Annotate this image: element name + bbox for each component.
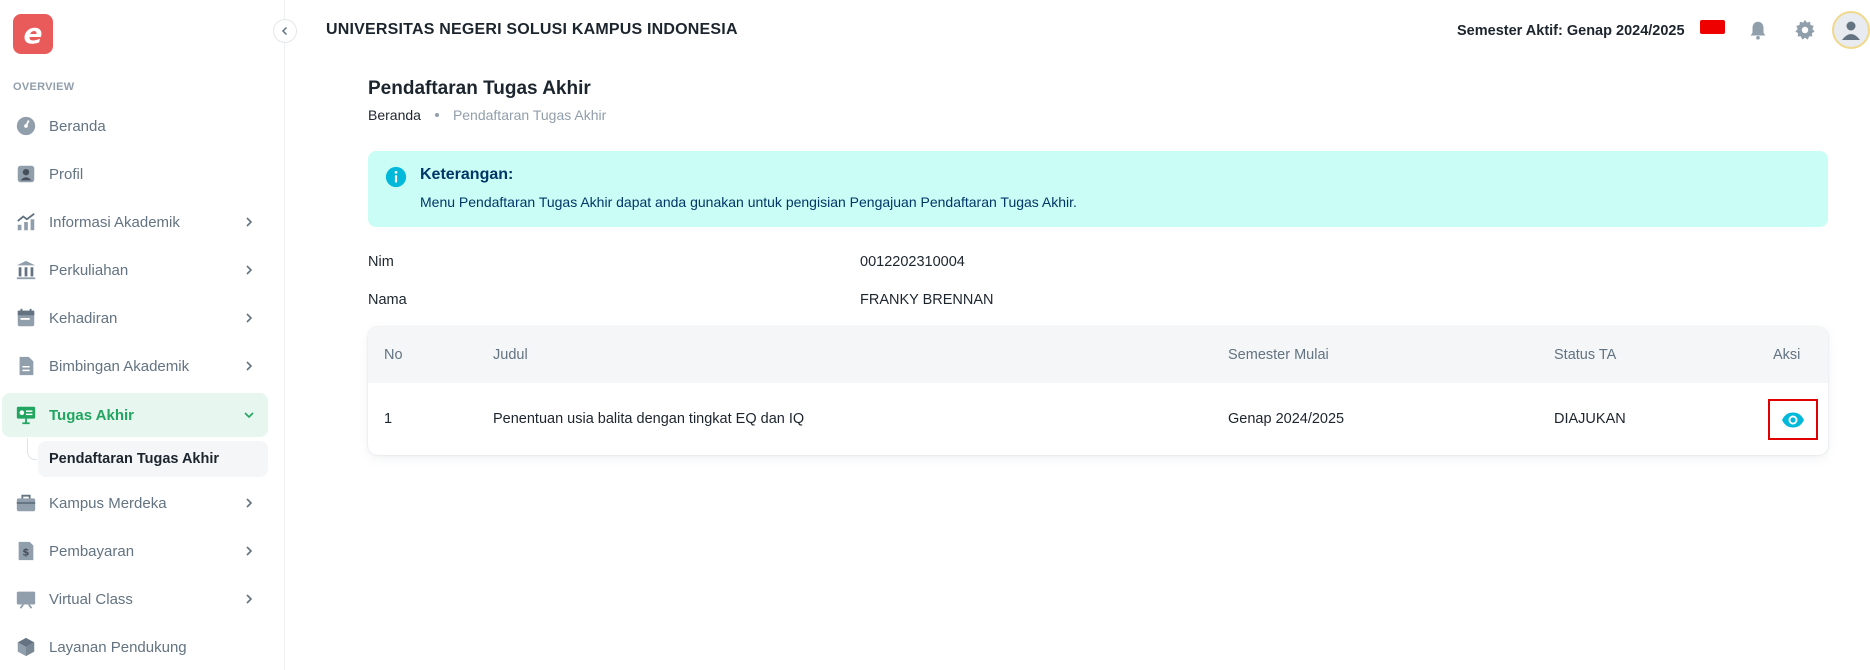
chevron-right-icon bbox=[246, 546, 253, 556]
sidebar-item-beranda[interactable]: Beranda bbox=[2, 104, 268, 148]
language-flag-icon[interactable] bbox=[1700, 20, 1725, 34]
sidebar-item-informasi-akademik[interactable]: Informasi Akademik bbox=[2, 200, 268, 244]
user-icon bbox=[1842, 21, 1860, 40]
chevron-right-icon bbox=[246, 594, 253, 604]
app-logo[interactable]: e bbox=[13, 14, 53, 54]
alert-description: Menu Pendaftaran Tugas Akhir dapat anda … bbox=[420, 194, 1077, 210]
breadcrumb-separator bbox=[434, 113, 439, 117]
sidebar-item-label: Bimbingan Akademik bbox=[49, 357, 190, 375]
sidebar-item-kehadiran[interactable]: Kehadiran bbox=[2, 296, 268, 340]
sidebar-item-label: Perkuliahan bbox=[49, 261, 129, 279]
view-detail-button[interactable] bbox=[1768, 399, 1818, 440]
alert-title: Keterangan: bbox=[420, 166, 514, 183]
info-alert: Keterangan: Menu Pendaftaran Tugas Akhir… bbox=[368, 151, 1828, 227]
presentation-icon bbox=[15, 404, 37, 426]
active-semester: Semester Aktif: Genap 2024/2025 bbox=[1457, 23, 1685, 39]
sidebar-item-label: Pembayaran bbox=[49, 542, 135, 560]
sidebar-item-bimbingan-akademik[interactable]: Bimbingan Akademik bbox=[2, 344, 268, 388]
university-name: UNIVERSITAS NEGERI SOLUSI KAMPUS INDONES… bbox=[326, 21, 738, 38]
chevron-right-icon bbox=[246, 361, 253, 371]
nama-label: Nama bbox=[368, 292, 407, 308]
svg-text:$: $ bbox=[22, 548, 29, 559]
sidebar-item-label: Kehadiran bbox=[49, 309, 118, 327]
app-logo-letter: e bbox=[23, 17, 43, 50]
breadcrumb-link-beranda[interactable]: Beranda bbox=[368, 107, 421, 123]
sidebar-collapse-button[interactable] bbox=[273, 19, 297, 43]
sidebar-section-label: OVERVIEW bbox=[13, 81, 75, 93]
sidebar-subitem-pendaftaran-tugas-akhir[interactable]: Pendaftaran Tugas Akhir bbox=[38, 441, 268, 477]
sidebar-item-kampus-merdeka[interactable]: Kampus Merdeka bbox=[2, 481, 268, 525]
nama-value: FRANKY BRENNAN bbox=[860, 292, 994, 308]
chevron-right-icon bbox=[246, 217, 253, 227]
column-header-status-ta: Status TA bbox=[1554, 347, 1617, 363]
sidebar-item-label: Tugas Akhir bbox=[49, 406, 135, 424]
briefcase-icon bbox=[15, 492, 37, 514]
invoice-icon: $ bbox=[15, 540, 37, 562]
support-box-icon bbox=[15, 636, 37, 658]
dashboard-icon bbox=[15, 115, 37, 137]
chevron-right-icon bbox=[246, 265, 253, 275]
building-icon bbox=[15, 259, 37, 281]
sidebar-item-virtual-class[interactable]: Virtual Class bbox=[2, 577, 268, 621]
chevron-right-icon bbox=[246, 313, 253, 323]
column-header-judul: Judul bbox=[493, 347, 528, 363]
info-icon bbox=[385, 166, 407, 188]
sidebar-item-label: Kampus Merdeka bbox=[49, 494, 167, 512]
sidebar-item-pembayaran[interactable]: $ Pembayaran bbox=[2, 529, 268, 573]
column-header-aksi: Aksi bbox=[1773, 347, 1801, 363]
breadcrumb-current: Pendaftaran Tugas Akhir bbox=[452, 107, 607, 123]
column-header-no: No bbox=[384, 347, 403, 363]
sidebar-item-label: Virtual Class bbox=[49, 590, 133, 608]
bell-icon[interactable] bbox=[1747, 19, 1769, 41]
screen-icon bbox=[15, 588, 37, 610]
page-title: Pendaftaran Tugas Akhir bbox=[368, 78, 591, 99]
nim-value: 0012202310004 bbox=[860, 254, 965, 270]
sidebar-item-tugas-akhir[interactable]: Tugas Akhir bbox=[2, 393, 268, 437]
chart-icon bbox=[15, 211, 37, 233]
cell-semester-mulai: Genap 2024/2025 bbox=[1228, 411, 1345, 427]
sidebar-item-perkuliahan[interactable]: Perkuliahan bbox=[2, 248, 268, 292]
sidebar-item-label: Beranda bbox=[49, 117, 106, 135]
chevron-left-icon bbox=[281, 26, 288, 36]
calendar-icon bbox=[15, 307, 37, 329]
user-avatar[interactable] bbox=[1832, 11, 1870, 49]
sidebar-subitem-label: Pendaftaran Tugas Akhir bbox=[49, 451, 220, 467]
chevron-right-icon bbox=[246, 498, 253, 508]
column-header-semester-mulai: Semester Mulai bbox=[1228, 347, 1329, 363]
tugas-akhir-table: No Judul Semester Mulai Status TA Aksi 1… bbox=[368, 327, 1828, 455]
submenu-connector bbox=[27, 438, 37, 460]
eye-icon bbox=[1782, 412, 1804, 427]
sidebar-item-label: Layanan Pendukung bbox=[49, 638, 187, 656]
sidebar-item-label: Profil bbox=[49, 165, 84, 183]
breadcrumb: Beranda Pendaftaran Tugas Akhir bbox=[368, 107, 606, 123]
sidebar-item-layanan-pendukung[interactable]: Layanan Pendukung bbox=[2, 625, 268, 669]
gear-icon[interactable] bbox=[1794, 19, 1816, 41]
profile-icon bbox=[15, 163, 37, 185]
sidebar-item-label: Informasi Akademik bbox=[49, 213, 180, 231]
document-icon bbox=[15, 355, 37, 377]
sidebar: e OVERVIEW Beranda Profil Informasi Akad… bbox=[0, 0, 285, 670]
cell-status-ta: DIAJUKAN bbox=[1554, 411, 1626, 427]
sidebar-item-profil[interactable]: Profil bbox=[2, 152, 268, 196]
cell-no: 1 bbox=[384, 411, 393, 427]
chevron-down-icon bbox=[244, 412, 254, 419]
cell-judul: Penentuan usia balita dengan tingkat EQ … bbox=[493, 411, 805, 427]
nim-label: Nim bbox=[368, 254, 394, 270]
